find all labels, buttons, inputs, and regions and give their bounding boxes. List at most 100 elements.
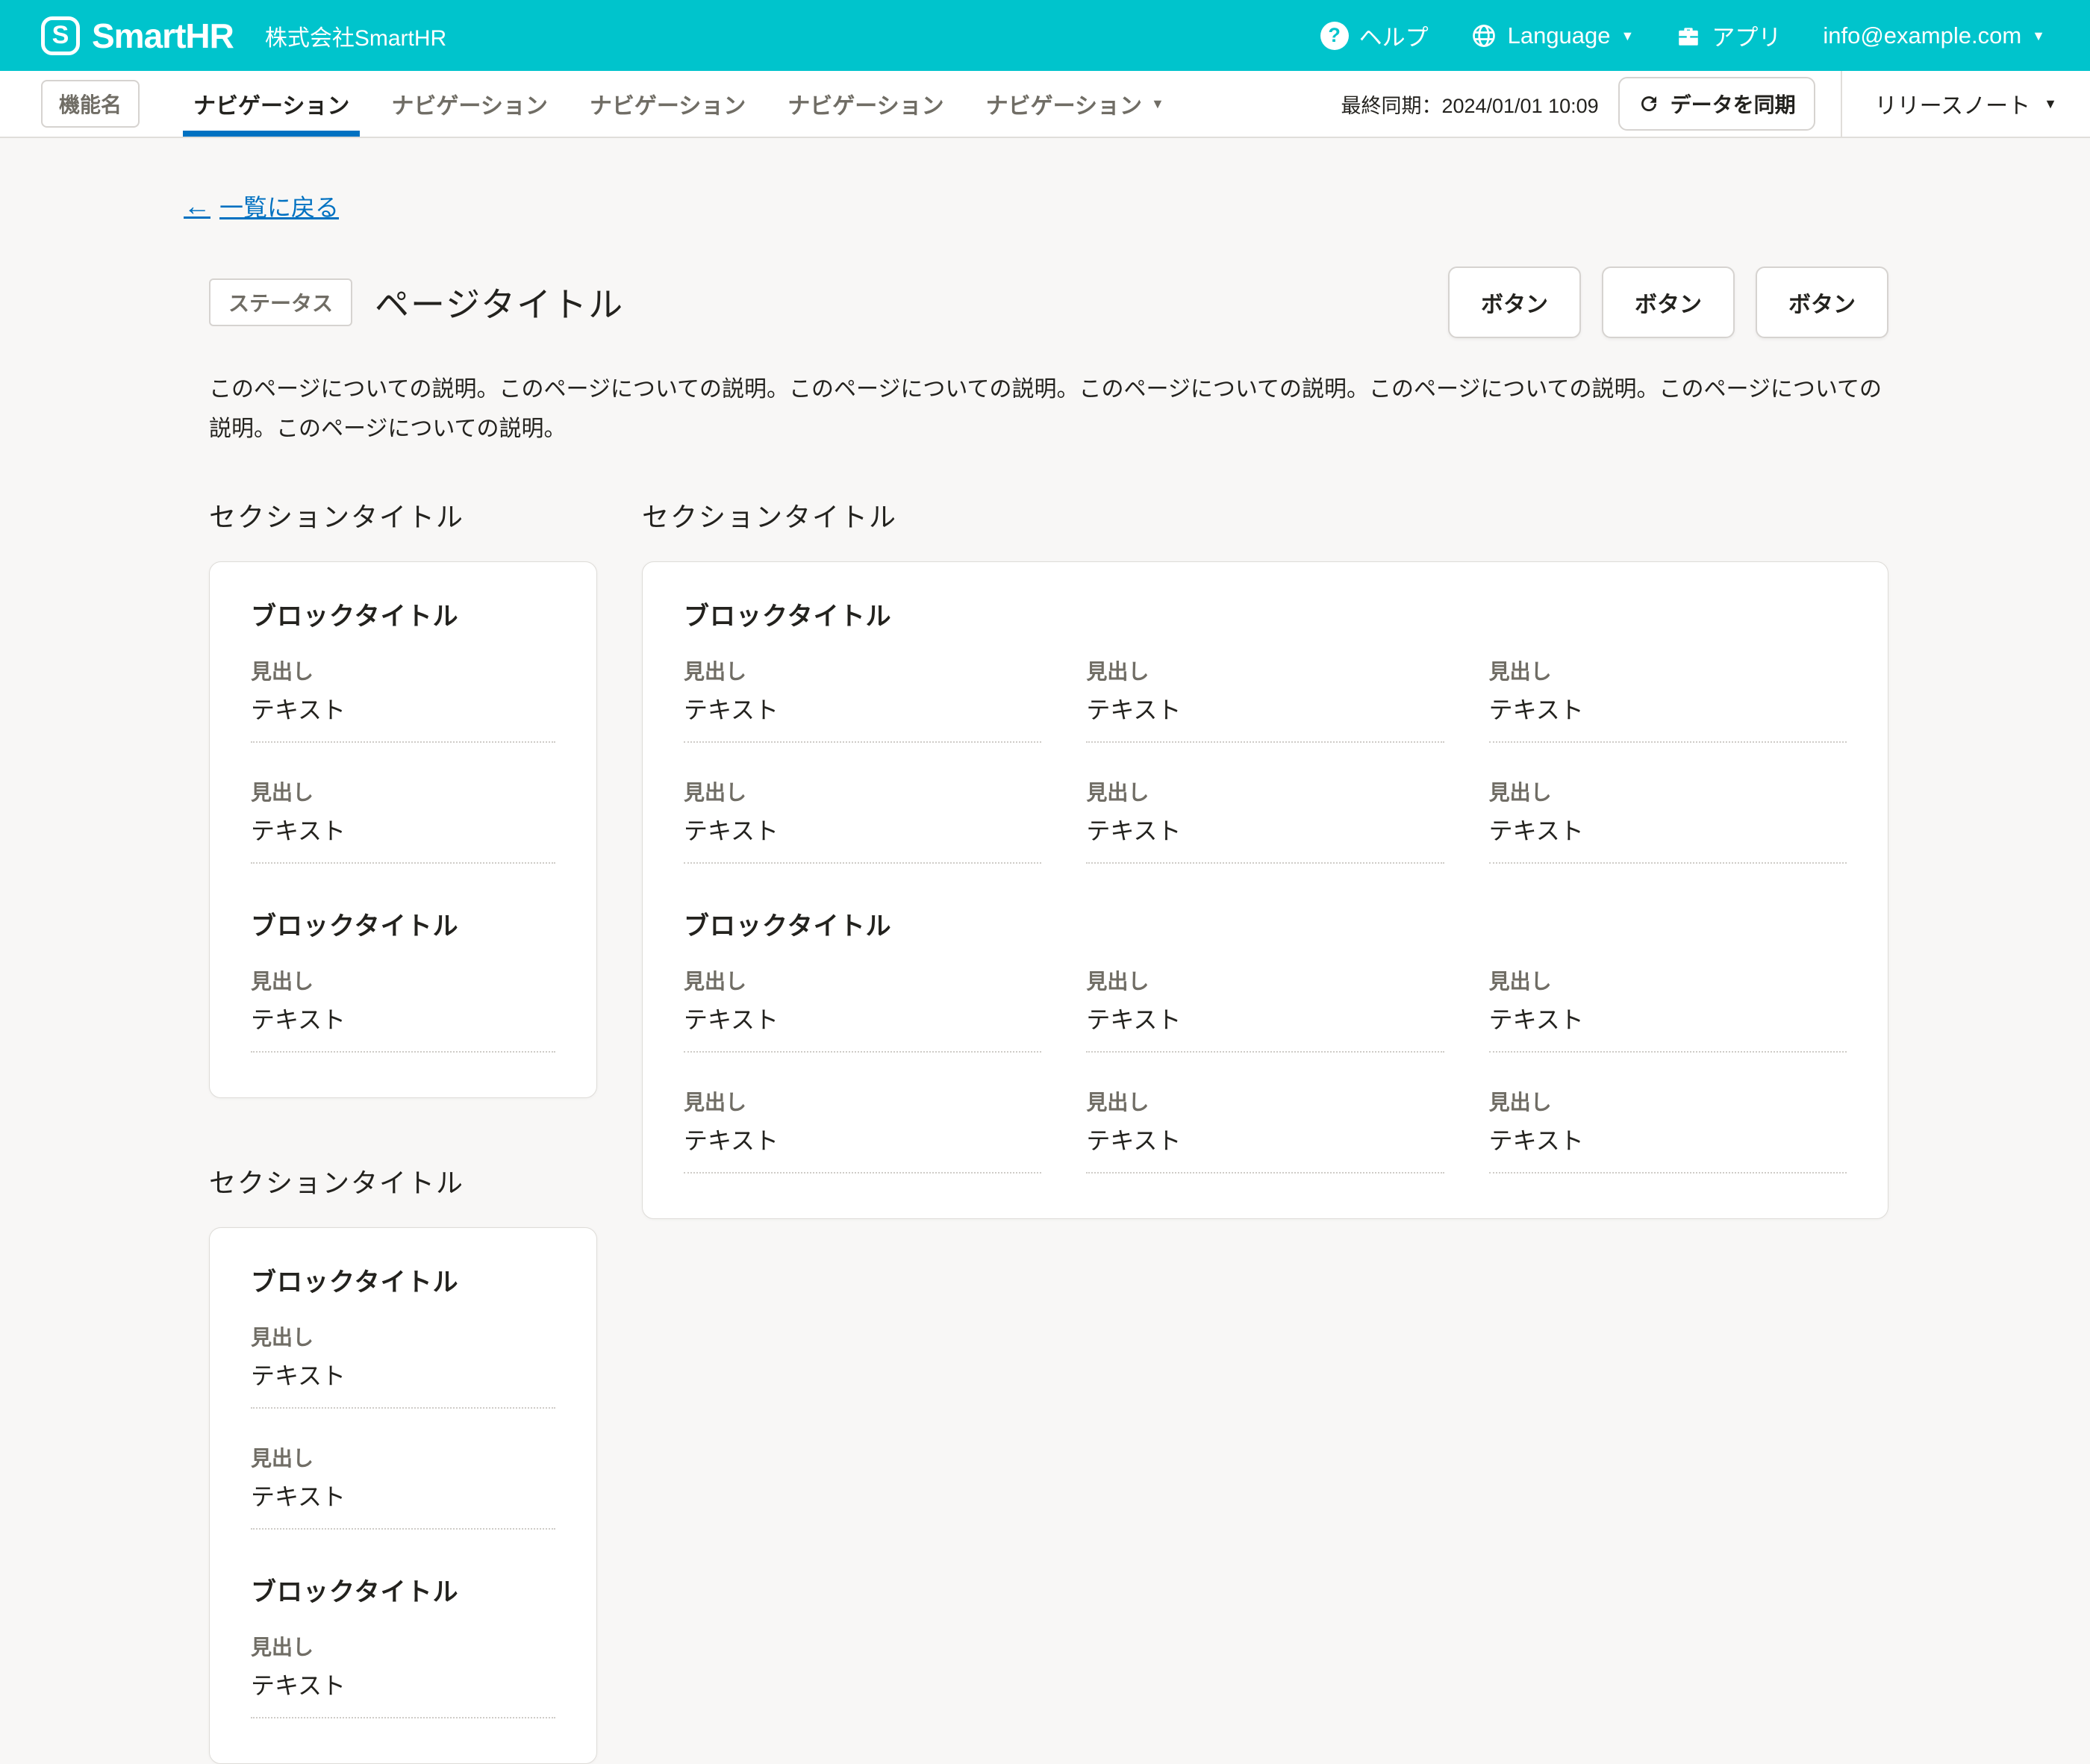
field-label: 見出し	[684, 1090, 1041, 1115]
action-button[interactable]: ボタン	[1602, 267, 1735, 338]
refresh-icon	[1638, 93, 1660, 115]
field-list: 見出しテキスト見出しテキスト見出しテキスト見出しテキスト見出しテキスト見出しテキ…	[684, 659, 1847, 864]
account-email: info@example.com	[1823, 22, 2021, 49]
nav-right-area: 最終同期：2024/01/01 10:09 データを同期 リリースノート ▼	[1341, 71, 2090, 137]
field-label: 見出し	[251, 1446, 555, 1471]
nav-item[interactable]: ナビゲーション	[370, 71, 568, 137]
apps-label: アプリ	[1712, 19, 1781, 52]
language-label: Language	[1508, 22, 1611, 49]
block-title: ブロックタイトル	[251, 596, 555, 632]
field: 見出しテキスト	[1086, 1090, 1444, 1174]
field-label: 見出し	[251, 659, 555, 685]
content-columns: セクションタイトルブロックタイトル見出しテキスト見出しテキストブロックタイトル見…	[209, 496, 1888, 1764]
field-value: テキスト	[251, 1671, 555, 1700]
brand[interactable]: S SmartHR	[41, 16, 234, 56]
field-value: テキスト	[1086, 817, 1444, 845]
block: ブロックタイトル見出しテキスト	[251, 906, 555, 1053]
field-value: テキスト	[251, 1483, 555, 1511]
sync-data-button[interactable]: データを同期	[1618, 77, 1815, 131]
field: 見出しテキスト	[1489, 1090, 1847, 1174]
apps-menu[interactable]: アプリ	[1676, 19, 1781, 52]
field-value: テキスト	[1489, 1006, 1847, 1034]
field-label: 見出し	[251, 969, 555, 994]
back-link-label: 一覧に戻る	[219, 189, 339, 223]
language-menu[interactable]: Language ▼	[1470, 22, 1635, 49]
field-value: テキスト	[251, 1362, 555, 1390]
field-list: 見出しテキスト見出しテキスト	[251, 659, 555, 864]
sync-data-label: データを同期	[1671, 89, 1796, 119]
page-title-row: ステータス ページタイトル ボタンボタンボタン	[209, 267, 1888, 338]
main-content: ← 一覧に戻る ステータス ページタイトル ボタンボタンボタン このページについ…	[0, 138, 2090, 1764]
nav-item-label: ナビゲーション	[787, 87, 943, 120]
field-value: テキスト	[251, 817, 555, 845]
header-menu: ? ヘルプ Language ▼ アプリ info@example.com ▼	[1320, 19, 2045, 52]
field: 見出しテキスト	[1489, 780, 1847, 864]
field-value: テキスト	[1086, 1126, 1444, 1155]
block-title: ブロックタイトル	[251, 1571, 555, 1608]
chevron-down-icon: ▼	[2032, 29, 2045, 43]
app-header: S SmartHR 株式会社SmartHR ? ヘルプ Language ▼ ア…	[0, 0, 2090, 71]
apps-icon	[1676, 23, 1701, 49]
section-title: セクションタイトル	[209, 496, 597, 535]
field: 見出しテキスト	[1489, 969, 1847, 1053]
block-title: ブロックタイトル	[684, 906, 1847, 942]
block-title: ブロックタイトル	[684, 596, 1847, 632]
release-notes-label: リリースノート	[1875, 87, 2031, 120]
block: ブロックタイトル見出しテキスト見出しテキスト見出しテキスト見出しテキスト見出しテ…	[684, 596, 1847, 864]
field-label: 見出し	[1086, 780, 1444, 805]
card: ブロックタイトル見出しテキスト見出しテキストブロックタイトル見出しテキスト	[209, 1227, 597, 1764]
field: 見出しテキスト	[251, 1325, 555, 1409]
action-button[interactable]: ボタン	[1756, 267, 1888, 338]
field: 見出しテキスト	[684, 780, 1041, 864]
left-column: セクションタイトルブロックタイトル見出しテキスト見出しテキストブロックタイトル見…	[209, 496, 597, 1764]
block: ブロックタイトル見出しテキスト	[251, 1571, 555, 1718]
field: 見出しテキスト	[1489, 659, 1847, 743]
field-label: 見出し	[1086, 659, 1444, 685]
help-label: ヘルプ	[1359, 19, 1429, 52]
account-menu[interactable]: info@example.com ▼	[1823, 22, 2045, 49]
field: 見出しテキスト	[1086, 780, 1444, 864]
block: ブロックタイトル見出しテキスト見出しテキスト	[251, 1262, 555, 1530]
field-list: 見出しテキスト見出しテキスト	[251, 1325, 555, 1530]
field-label: 見出し	[251, 780, 555, 805]
release-notes-menu[interactable]: リリースノート ▼	[1842, 87, 2090, 120]
section: セクションタイトルブロックタイトル見出しテキスト見出しテキストブロックタイトル見…	[209, 496, 597, 1098]
field: 見出しテキスト	[684, 1090, 1041, 1174]
back-to-list-link[interactable]: ← 一覧に戻る	[184, 189, 339, 223]
nav-item-label: ナビゲーション	[193, 87, 349, 120]
block-title: ブロックタイトル	[251, 1262, 555, 1298]
field-list: 見出しテキスト	[251, 969, 555, 1053]
field-label: 見出し	[1489, 659, 1847, 685]
page-actions: ボタンボタンボタン	[1448, 267, 1888, 338]
field: 見出しテキスト	[684, 969, 1041, 1053]
nav-item[interactable]: ナビゲーション	[569, 71, 767, 137]
help-link[interactable]: ? ヘルプ	[1320, 19, 1429, 52]
last-sync-text: 最終同期：2024/01/01 10:09	[1341, 90, 1598, 119]
page-title: ページタイトル	[375, 278, 624, 327]
field: 見出しテキスト	[251, 969, 555, 1053]
status-badge: ステータス	[209, 278, 352, 326]
section-title: セクションタイトル	[209, 1162, 597, 1200]
card: ブロックタイトル見出しテキスト見出しテキスト見出しテキスト見出しテキスト見出しテ…	[642, 561, 1888, 1219]
field-value: テキスト	[1489, 817, 1847, 845]
field: 見出しテキスト	[251, 780, 555, 864]
section: セクションタイトルブロックタイトル見出しテキスト見出しテキスト見出しテキスト見出…	[642, 496, 1888, 1219]
action-button[interactable]: ボタン	[1448, 267, 1581, 338]
nav-item-label: ナビゲーション	[391, 87, 547, 120]
nav-tabs: ナビゲーションナビゲーションナビゲーションナビゲーションナビゲーション▼	[172, 71, 1185, 137]
field-label: 見出し	[1489, 780, 1847, 805]
block: ブロックタイトル見出しテキスト見出しテキスト	[251, 596, 555, 864]
field: 見出しテキスト	[251, 1635, 555, 1718]
field: 見出しテキスト	[684, 659, 1041, 743]
field-value: テキスト	[251, 696, 555, 724]
chevron-down-icon: ▼	[2044, 97, 2057, 110]
nav-item[interactable]: ナビゲーション	[172, 71, 370, 137]
nav-item[interactable]: ナビゲーション▼	[965, 71, 1185, 137]
field-value: テキスト	[1086, 696, 1444, 724]
nav-item[interactable]: ナビゲーション	[767, 71, 964, 137]
chevron-down-icon: ▼	[1621, 29, 1635, 43]
page-description: このページについての説明。このページについての説明。このページについての説明。こ…	[209, 370, 1888, 449]
field-label: 見出し	[251, 1635, 555, 1660]
field-label: 見出し	[684, 780, 1041, 805]
field-label: 見出し	[684, 659, 1041, 685]
